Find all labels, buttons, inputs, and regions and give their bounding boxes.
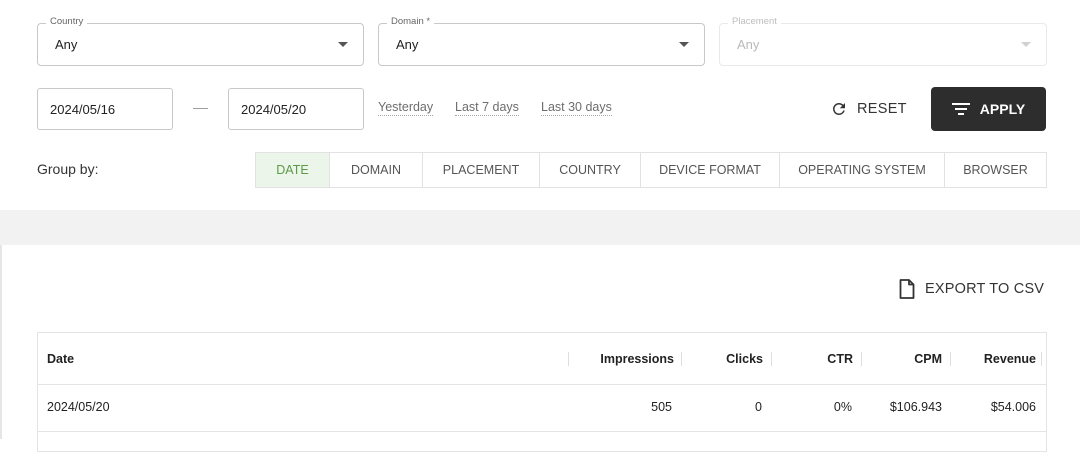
column-header-revenue[interactable]: Revenue bbox=[984, 352, 1036, 366]
filter-icon bbox=[951, 103, 970, 115]
column-header-date[interactable]: Date bbox=[47, 352, 74, 366]
panel-border bbox=[0, 245, 2, 439]
start-date-input[interactable]: 2024/05/16 bbox=[37, 88, 173, 130]
column-header-ctr[interactable]: CTR bbox=[827, 352, 853, 366]
section-divider bbox=[0, 210, 1080, 245]
country-value: Any bbox=[55, 37, 78, 52]
column-resize-handle[interactable] bbox=[771, 352, 772, 366]
chevron-down-icon bbox=[1021, 42, 1031, 47]
quick-range-last-30-days[interactable]: Last 30 days bbox=[541, 100, 612, 116]
reset-button[interactable]: RESET bbox=[830, 95, 907, 123]
cell-ctr: 0% bbox=[833, 400, 852, 414]
group-by-tabs: DATE DOMAIN PLACEMENT COUNTRY DEVICE FOR… bbox=[255, 152, 1047, 188]
country-select[interactable]: Country Any bbox=[37, 16, 364, 66]
group-by-country[interactable]: COUNTRY bbox=[540, 153, 641, 187]
chevron-down-icon bbox=[338, 42, 348, 47]
domain-label: Domain * bbox=[387, 16, 435, 27]
column-header-cpm[interactable]: CPM bbox=[914, 352, 942, 366]
column-header-impressions[interactable]: Impressions bbox=[600, 352, 674, 366]
apply-button[interactable]: APPLY bbox=[931, 87, 1046, 131]
group-by-date[interactable]: DATE bbox=[256, 153, 330, 187]
placement-value: Any bbox=[737, 37, 760, 52]
cell-date: 2024/05/20 bbox=[47, 400, 110, 414]
end-date-input[interactable]: 2024/05/20 bbox=[228, 88, 364, 130]
refresh-icon bbox=[832, 102, 845, 115]
placement-select: Placement Any bbox=[719, 16, 1047, 66]
export-label: EXPORT TO CSV bbox=[925, 281, 1045, 297]
domain-value: Any bbox=[396, 37, 419, 52]
export-csv-button[interactable]: EXPORT TO CSV bbox=[899, 279, 1044, 299]
cell-revenue: $54.006 bbox=[990, 400, 1036, 414]
group-by-placement[interactable]: PLACEMENT bbox=[423, 153, 540, 187]
cell-cpm: $106.943 bbox=[889, 400, 942, 414]
placement-label: Placement bbox=[728, 16, 781, 27]
table-row: 2024/05/20 505 0 0% $106.943 $54.006 bbox=[38, 384, 1046, 432]
chevron-down-icon bbox=[679, 42, 689, 47]
group-by-label: Group by: bbox=[37, 161, 99, 177]
domain-select[interactable]: Domain * Any bbox=[378, 16, 705, 66]
group-by-domain[interactable]: DOMAIN bbox=[330, 153, 423, 187]
apply-label: APPLY bbox=[979, 101, 1026, 117]
group-by-operating-system[interactable]: OPERATING SYSTEM bbox=[780, 153, 945, 187]
quick-range-yesterday[interactable]: Yesterday bbox=[378, 100, 434, 116]
quick-range-last-7-days[interactable]: Last 7 days bbox=[455, 100, 519, 116]
file-icon bbox=[899, 279, 915, 299]
group-by-browser[interactable]: BROWSER bbox=[945, 153, 1046, 187]
cell-impressions: 505 bbox=[651, 400, 672, 414]
column-resize-handle[interactable] bbox=[568, 352, 569, 366]
reset-label: RESET bbox=[857, 101, 907, 117]
column-resize-handle[interactable] bbox=[950, 352, 951, 366]
country-label: Country bbox=[46, 16, 88, 27]
report-table: Date Impressions Clicks CTR CPM Revenue … bbox=[37, 332, 1047, 452]
column-resize-handle[interactable] bbox=[1041, 352, 1042, 366]
group-by-device-format[interactable]: DEVICE FORMAT bbox=[641, 153, 780, 187]
column-resize-handle[interactable] bbox=[861, 352, 862, 366]
cell-clicks: 0 bbox=[755, 400, 762, 414]
column-resize-handle[interactable] bbox=[681, 352, 682, 366]
table-header: Date Impressions Clicks CTR CPM Revenue bbox=[38, 333, 1046, 385]
date-range-separator bbox=[193, 108, 208, 109]
column-header-clicks[interactable]: Clicks bbox=[726, 352, 763, 366]
